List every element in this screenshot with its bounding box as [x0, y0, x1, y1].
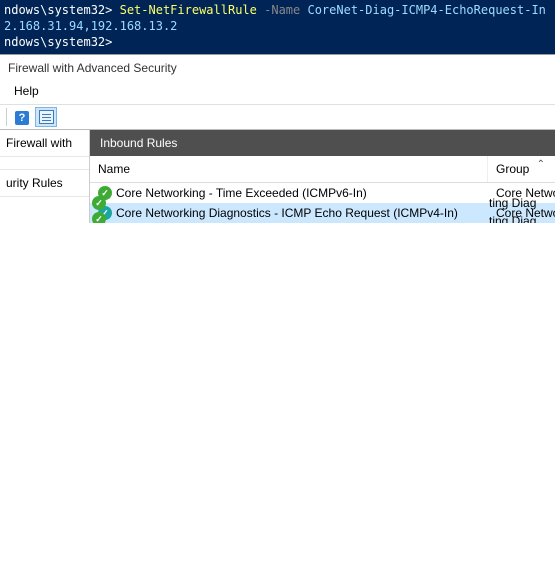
status-icon: ✓ — [92, 212, 106, 223]
powershell-console: ndows\system32> Set-NetFirewallRule -Nam… — [0, 0, 555, 54]
peek-left: ✓✓✓✓✓✓✓✓✓✓✓✓ — [90, 194, 110, 223]
left-tree[interactable]: Firewall with urity Rules — [0, 130, 90, 223]
window-title: Firewall with Advanced Security — [0, 54, 555, 79]
help-icon — [15, 110, 29, 125]
view-list-button[interactable] — [35, 107, 57, 127]
menu-bar: Help — [0, 79, 555, 104]
menu-help[interactable]: Help — [8, 81, 45, 101]
peek-right: ting Diagting Diagting Diagting Diagmiza… — [485, 194, 555, 223]
help-button[interactable] — [11, 107, 33, 127]
pane-header: Inbound Rules — [90, 130, 555, 156]
col-name[interactable]: Name — [90, 156, 488, 182]
tree-item[interactable]: Firewall with — [0, 130, 89, 157]
toolbar — [0, 104, 555, 130]
sort-indicator-icon: ⌃ — [537, 159, 545, 170]
toolbar-separator — [6, 108, 7, 126]
list-icon — [39, 110, 54, 124]
rules-pane: Inbound Rules Name Group⌃ ✓Core Networki… — [90, 130, 555, 223]
col-group[interactable]: Group⌃ — [488, 156, 555, 182]
tree-item[interactable] — [0, 157, 89, 170]
column-headers[interactable]: Name Group⌃ — [90, 156, 555, 183]
status-icon: ✓ — [92, 196, 106, 210]
tree-item[interactable]: urity Rules — [0, 170, 89, 197]
main-area: Firewall with urity Rules Inbound Rules … — [0, 130, 555, 223]
